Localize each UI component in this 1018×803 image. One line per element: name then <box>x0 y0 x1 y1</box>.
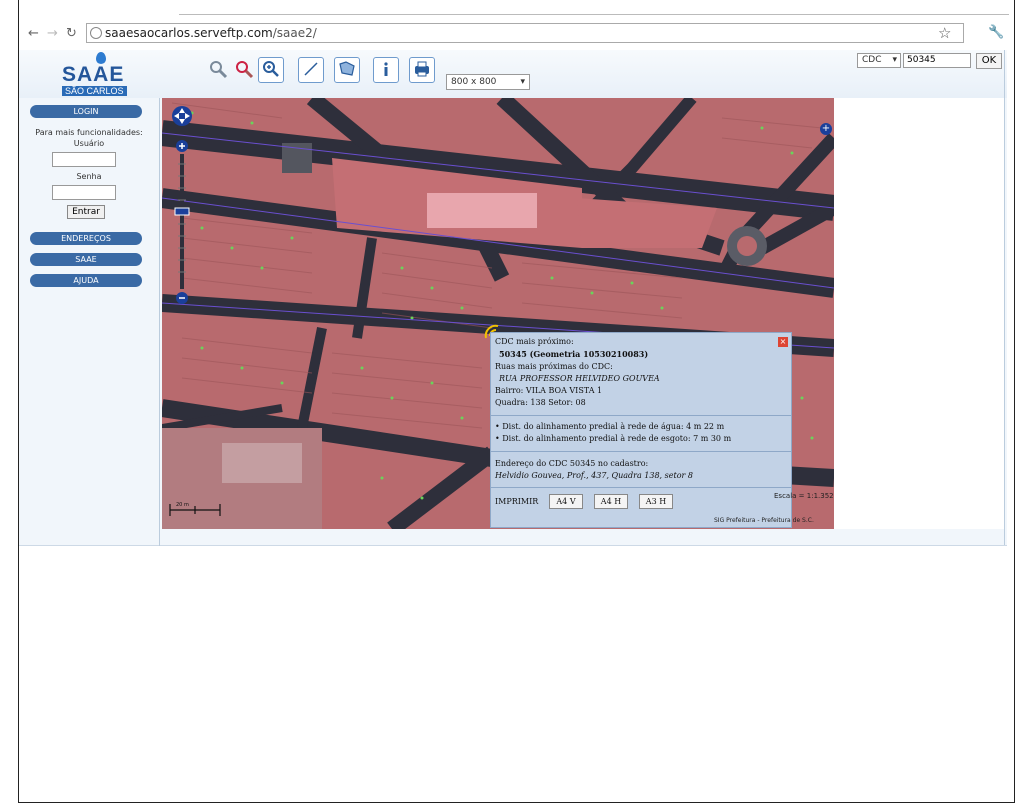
user-label: Usuário <box>73 139 105 148</box>
map-scale-text: Escala = 1:1.352 <box>774 492 834 500</box>
zoom-control <box>170 104 194 324</box>
tab-strip <box>19 0 1014 20</box>
print-a4h-button[interactable]: A4 H <box>594 494 628 509</box>
popup-title: CDC mais próximo: <box>495 337 574 346</box>
ok-button[interactable]: OK <box>976 53 1002 69</box>
chevron-down-icon: ▾ <box>892 55 897 65</box>
print-icon[interactable] <box>409 57 435 83</box>
address-value: Helvidio Gouvea, Prof., 437, Quadra 138,… <box>495 471 693 480</box>
logo-text: SAAE <box>62 63 125 86</box>
address-label: Endereço do CDC 50345 no cadastro: <box>495 459 649 468</box>
divider <box>159 98 160 546</box>
water-distance: • Dist. do alinhamento predial à rede de… <box>495 422 725 431</box>
cdc-select-value: CDC <box>862 55 882 65</box>
login-button[interactable]: LOGIN <box>30 105 142 118</box>
saae-logo: SAAE SÃO CARLOS <box>62 52 132 100</box>
print-a4v-button[interactable]: A4 V <box>549 494 583 509</box>
cdc-select[interactable]: CDC ▾ <box>857 53 901 68</box>
username-input[interactable] <box>52 152 116 167</box>
reload-icon[interactable]: ↻ <box>66 26 77 41</box>
zoom-in-icon[interactable] <box>258 57 284 83</box>
street-name: RUA PROFESSOR HELVIDEO GOUVEA <box>499 374 660 383</box>
enter-button[interactable]: Entrar <box>67 205 105 219</box>
forward-icon[interactable]: → <box>47 26 58 41</box>
wrench-icon[interactable]: 🔧 <box>988 25 1004 40</box>
divider <box>1004 50 1005 546</box>
sidebar-item-saae[interactable]: SAAE <box>30 253 142 266</box>
pan-tool-icon[interactable] <box>205 57 231 83</box>
map-size-select[interactable]: 800 x 800 ▾ <box>446 74 530 90</box>
zoom-out-icon[interactable] <box>231 57 257 83</box>
close-icon[interactable]: × <box>778 337 788 347</box>
layers-plus-icon[interactable]: + <box>820 123 832 135</box>
globe-icon <box>90 27 102 39</box>
water-distance-text: Dist. do alinhamento predial à rede de á… <box>502 422 725 431</box>
district-line: Bairro: VILA BOA VISTA 1 <box>495 386 603 395</box>
sewer-distance: • Dist. do alinhamento predial à rede de… <box>495 434 732 443</box>
divider <box>491 487 791 488</box>
info-icon[interactable] <box>373 57 399 83</box>
url-path: /saae2/ <box>272 26 317 40</box>
map-credit: SIG Prefeitura - Prefeitura de S.C. <box>714 517 814 524</box>
sidebar-item-addresses[interactable]: ENDEREÇOS <box>30 232 142 245</box>
sewer-distance-text: Dist. do alinhamento predial à rede de e… <box>502 434 732 443</box>
intro-text: Para mais funcionalidades: <box>35 128 143 137</box>
measure-line-icon[interactable] <box>298 57 324 83</box>
quadra-line: Quadra: 138 Setor: 08 <box>495 398 586 407</box>
divider <box>491 415 791 416</box>
password-input[interactable] <box>52 185 116 200</box>
logo-subtext: SÃO CARLOS <box>62 86 127 96</box>
scalebar-label: 20 m <box>176 502 189 508</box>
cdc-search-input[interactable]: 50345 <box>903 53 971 68</box>
cdc-info-popup: × CDC mais próximo: 50345 (Geometria 105… <box>490 332 792 528</box>
chevron-down-icon: ▾ <box>520 77 525 87</box>
streets-label: Ruas mais próximas do CDC: <box>495 362 613 371</box>
print-a3h-button[interactable]: A3 H <box>639 494 673 509</box>
url-host: saaesaocarlos.serveftp.com <box>105 26 273 40</box>
sidebar: LOGIN Para mais funcionalidades: Usuário… <box>19 98 159 544</box>
measure-area-icon[interactable] <box>334 57 360 83</box>
password-label: Senha <box>76 172 102 181</box>
sidebar-item-help[interactable]: AJUDA <box>30 274 142 287</box>
map-size-value: 800 x 800 <box>451 77 497 87</box>
back-icon[interactable]: ← <box>28 26 39 41</box>
map-margin <box>834 98 1004 529</box>
bookmark-star-icon[interactable]: ☆ <box>938 24 951 42</box>
address-bar[interactable]: saaesaocarlos.serveftp.com/saae2/ <box>86 23 964 43</box>
print-label: IMPRIMIR <box>495 497 539 506</box>
cdc-line: 50345 (Geometria 10530210083) <box>499 349 649 359</box>
divider <box>19 545 1007 546</box>
divider <box>491 451 791 452</box>
